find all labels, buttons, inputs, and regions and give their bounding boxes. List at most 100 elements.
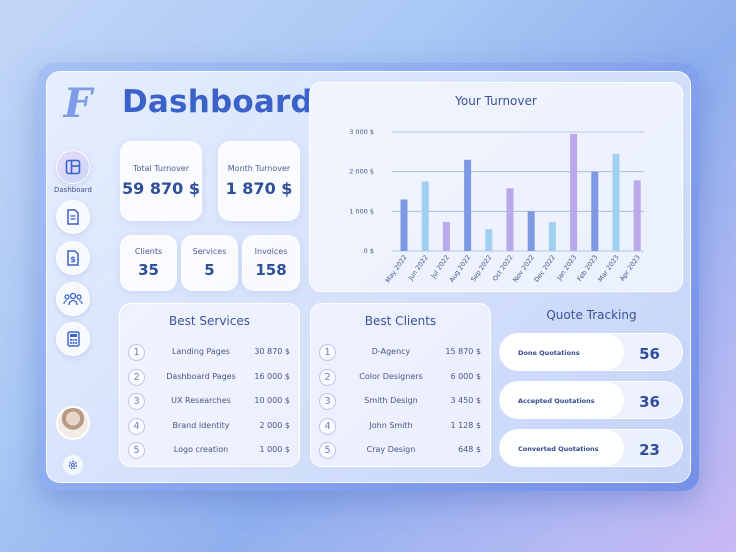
list-item-value: 30 870 $: [254, 347, 290, 356]
clients-label: Clients: [134, 247, 163, 256]
list-item-value: 3 450 $: [450, 396, 481, 405]
converted-quotations-value: 23: [639, 441, 660, 459]
list-item-name: UX Researches: [171, 396, 231, 405]
settings-button[interactable]: [63, 455, 83, 475]
bar: [570, 133, 578, 251]
x-tick-label: Jul 2022: [429, 254, 451, 281]
y-tick-label: 0 $: [364, 247, 374, 255]
x-tick-label: Apr 2023: [618, 254, 642, 283]
bar: [442, 222, 450, 251]
avatar[interactable]: [56, 406, 90, 440]
list-item-name: Smith Design: [364, 396, 418, 405]
bar: [527, 211, 535, 251]
page-title: Dashboard: [122, 84, 313, 120]
x-tick-label: Sep 2022: [469, 254, 493, 284]
sidebar-item-label: Dashboard: [54, 186, 92, 194]
list-item[interactable]: 4 Brand Identity 2 000 $: [120, 417, 299, 436]
list-item-value: 10 000 $: [254, 396, 290, 405]
invoices-value: 158: [255, 261, 287, 279]
gear-icon: [68, 460, 78, 470]
app-logo: F: [63, 80, 93, 127]
total-turnover-value: 59 870 $: [122, 179, 200, 198]
total-turnover-label: Total Turnover: [132, 164, 190, 173]
x-tick-label: Mar 2023: [596, 254, 620, 284]
clients-value: 35: [138, 261, 159, 279]
list-item-value: 1 000 $: [259, 445, 290, 454]
rank-number: 2: [128, 368, 145, 386]
month-turnover-value: 1 870 $: [225, 179, 293, 198]
list-item[interactable]: 2 Color Designers 6 000 $: [311, 368, 490, 387]
layout-icon: [65, 159, 81, 175]
list-item[interactable]: 5 Logo creation 1 000 $: [120, 442, 299, 460]
list-item[interactable]: 3 Smith Design 3 450 $: [311, 393, 490, 411]
list-item[interactable]: 4 John Smith 1 128 $: [311, 417, 490, 436]
list-item-value: 1 128 $: [450, 420, 481, 430]
list-item[interactable]: 3 UX Researches 10 000 $: [120, 393, 299, 411]
list-item-name: Dashboard Pages: [166, 371, 236, 381]
svg-text:$: $: [70, 255, 76, 264]
list-item-name: Color Designers: [359, 371, 423, 381]
turnover-chart-card: Your Turnover 0 $1 000 $2 000 $3 000 $ Ma…: [309, 82, 683, 292]
sidebar-item-documents[interactable]: [56, 200, 90, 234]
invoices-card: Invoices 158: [242, 235, 300, 291]
converted-quotations-label: Converted Quotations: [518, 445, 599, 453]
accepted-quotations-value: 36: [639, 393, 660, 411]
rank-number: 5: [319, 442, 336, 459]
services-card: Services 5: [181, 235, 238, 291]
bar: [612, 153, 620, 251]
rank-number: 5: [128, 442, 145, 459]
accepted-quotations-card[interactable]: Accepted Quotations 36: [499, 381, 683, 419]
rank-number: 1: [128, 344, 145, 361]
calculator-icon: [66, 331, 80, 347]
month-turnover-card: Month Turnover 1 870 $: [218, 141, 300, 221]
bar: [485, 229, 493, 251]
list-item[interactable]: 5 Cray Design 648 $: [311, 442, 490, 460]
clients-card: Clients 35: [120, 235, 177, 291]
services-value: 5: [204, 261, 215, 279]
y-tick-label: 3 000 $: [349, 128, 374, 136]
x-tick-label: Dec 2022: [533, 254, 557, 284]
converted-quotations-card[interactable]: Converted Quotations 23: [499, 429, 683, 467]
list-item[interactable]: 1 D-Agency 15 870 $: [311, 344, 490, 362]
rank-number: 1: [319, 344, 336, 361]
done-quotations-card[interactable]: Done Quotations 56: [499, 333, 683, 371]
list-item-value: 15 870 $: [445, 347, 481, 356]
users-icon: [63, 292, 83, 306]
done-quotations-label: Done Quotations: [518, 349, 580, 357]
best-clients-card: Best Clients 1 D-Agency 15 870 $ 2 Color Des…: [310, 303, 491, 467]
services-label: Services: [192, 247, 227, 256]
list-item-value: 16 000 $: [254, 371, 290, 381]
sidebar-item-invoices[interactable]: $: [56, 241, 90, 275]
best-clients-title: Best Clients: [364, 314, 437, 328]
rank-number: 2: [319, 368, 336, 386]
list-item-name: Brand Identity: [172, 420, 230, 430]
bar: [464, 159, 472, 251]
list-item-value: 6 000 $: [450, 371, 481, 381]
document-icon: [67, 209, 79, 225]
turnover-chart: 0 $ 1 000 $ 2 000 $ 3 000 $ May 2022Jun 2022…: [349, 128, 644, 285]
x-tick-label: Jun 2022: [406, 254, 430, 283]
rank-number: 3: [128, 393, 145, 410]
list-item[interactable]: 1 Landing Pages 30 870 $: [120, 344, 299, 362]
accepted-quotations-label: Accepted Quotations: [518, 397, 595, 405]
bar: [400, 199, 408, 251]
done-quotations-value: 56: [639, 345, 660, 363]
list-item-value: 648 $: [458, 445, 481, 454]
best-services-card: Best Services 1 Landing Pages 30 870 $ 2 Das…: [119, 303, 300, 467]
bar: [506, 188, 514, 251]
invoices-label: Invoices: [254, 247, 288, 256]
list-item[interactable]: 2 Dashboard Pages 16 000 $: [120, 368, 299, 387]
rank-number: 4: [319, 417, 336, 435]
rank-number: 3: [319, 393, 336, 410]
list-item-name: John Smith: [369, 420, 413, 430]
sidebar-item-dashboard[interactable]: [56, 150, 90, 184]
sidebar-item-clients[interactable]: [56, 282, 90, 316]
bar: [633, 180, 641, 251]
sidebar-item-calculator[interactable]: [56, 322, 90, 356]
rank-number: 4: [128, 417, 145, 435]
list-item-name: Logo creation: [173, 445, 229, 454]
y-tick-label: 1 000 $: [349, 207, 374, 215]
x-tick-label: May 2022: [384, 254, 409, 285]
list-item-value: 2 000 $: [259, 420, 290, 430]
bar: [421, 181, 429, 251]
